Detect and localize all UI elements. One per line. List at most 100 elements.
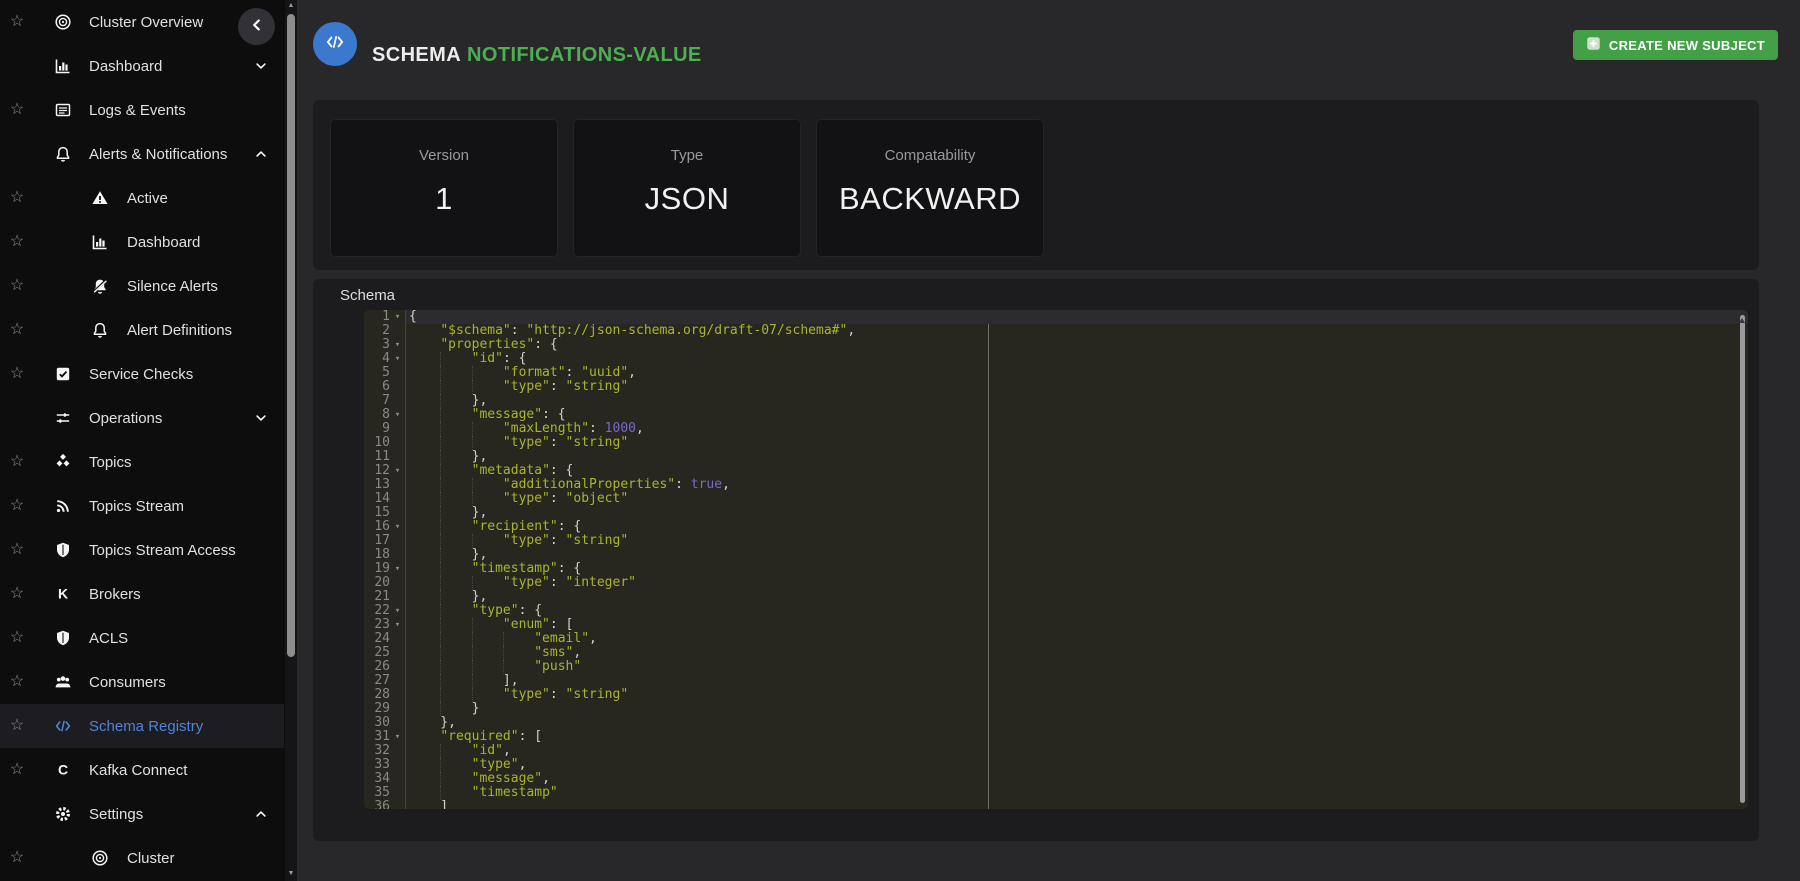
sidebar-scrollbar[interactable]: ▲ ▼ bbox=[285, 0, 297, 881]
sidebar-scrollbar-thumb[interactable] bbox=[287, 14, 295, 657]
star-icon[interactable]: ☆ bbox=[8, 14, 26, 30]
indent-guide bbox=[503, 646, 504, 660]
fold-arrow-icon[interactable]: ▾ bbox=[390, 464, 405, 478]
line-gutter: 22▾ bbox=[364, 604, 406, 618]
sidebar-item-acls[interactable]: ☆ACLS bbox=[0, 616, 284, 660]
indent-guide bbox=[472, 618, 473, 632]
star-icon[interactable]: ☆ bbox=[8, 366, 26, 382]
star-icon[interactable]: ☆ bbox=[8, 586, 26, 602]
line-number: 30 bbox=[364, 716, 390, 730]
star-icon[interactable]: ☆ bbox=[8, 102, 26, 118]
star-icon[interactable]: ☆ bbox=[8, 278, 26, 294]
indent-guide bbox=[440, 632, 441, 646]
code-text: "type": "integer" bbox=[406, 576, 1748, 590]
sidebar-item-label: Alerts & Notifications bbox=[89, 146, 227, 163]
fold-arrow-icon[interactable]: ▾ bbox=[390, 310, 405, 324]
fold-spacer bbox=[390, 716, 405, 730]
star-icon[interactable]: ☆ bbox=[8, 190, 26, 206]
line-gutter: 30 bbox=[364, 716, 406, 730]
chevron-up-icon[interactable] bbox=[254, 147, 268, 161]
fold-arrow-icon[interactable]: ▾ bbox=[390, 604, 405, 618]
sidebar-item-topics-stream-access[interactable]: ☆Topics Stream Access bbox=[0, 528, 284, 572]
sidebar-collapse-button[interactable] bbox=[238, 8, 275, 45]
letter-c-icon: C bbox=[54, 761, 72, 779]
sidebar-item-operations[interactable]: Operations bbox=[0, 396, 284, 440]
sidebar-item-alert-definitions[interactable]: ☆Alert Definitions bbox=[0, 308, 284, 352]
line-number: 36 bbox=[364, 800, 390, 809]
sidebar-item-silence-alerts[interactable]: ☆Silence Alerts bbox=[0, 264, 284, 308]
sidebar-item-logs-events[interactable]: ☆Logs & Events bbox=[0, 88, 284, 132]
create-new-subject-button[interactable]: CREATE NEW SUBJECT bbox=[1573, 30, 1778, 60]
chevron-up-icon[interactable] bbox=[254, 807, 268, 821]
sidebar-item-consumers[interactable]: ☆ Consumers bbox=[0, 660, 284, 704]
sidebar-item-topics[interactable]: ☆Topics bbox=[0, 440, 284, 484]
sidebar-item-service-checks[interactable]: ☆Service Checks bbox=[0, 352, 284, 396]
star-icon[interactable]: ☆ bbox=[8, 498, 26, 514]
indent-guide bbox=[472, 422, 473, 436]
scroll-down-icon[interactable]: ▼ bbox=[285, 869, 297, 878]
fold-spacer bbox=[390, 758, 405, 772]
summary-panel: Version 1 Type JSON Compatability BACKWA… bbox=[313, 100, 1759, 270]
star-icon[interactable]: ☆ bbox=[8, 630, 26, 646]
sidebar-item-kafka-connect[interactable]: ☆CKafka Connect bbox=[0, 748, 284, 792]
code-line: 9 "maxLength": 1000, bbox=[364, 422, 1748, 436]
line-number: 12 bbox=[364, 464, 390, 478]
sidebar-item-dashboard[interactable]: Dashboard bbox=[0, 44, 284, 88]
star-icon[interactable]: ☆ bbox=[8, 718, 26, 734]
fold-arrow-icon[interactable]: ▾ bbox=[390, 520, 405, 534]
star-icon[interactable]: ☆ bbox=[8, 542, 26, 558]
sidebar-item-alerts-notifications[interactable]: Alerts & Notifications bbox=[0, 132, 284, 176]
sidebar-item-cluster[interactable]: ☆Cluster bbox=[0, 836, 284, 880]
indent-guide bbox=[440, 436, 441, 450]
star-icon[interactable]: ☆ bbox=[8, 674, 26, 690]
line-number: 13 bbox=[364, 478, 390, 492]
code-text: "timestamp": { bbox=[406, 562, 1748, 576]
line-number: 23 bbox=[364, 618, 390, 632]
line-gutter: 32 bbox=[364, 744, 406, 758]
sidebar-item-topics-stream[interactable]: ☆Topics Stream bbox=[0, 484, 284, 528]
schema-editor[interactable]: 1▾{2 "$schema": "http://json-schema.org/… bbox=[364, 310, 1748, 809]
sidebar-item-active[interactable]: ☆Active bbox=[0, 176, 284, 220]
code-text: }, bbox=[406, 548, 1748, 562]
sidebar-item-label: Dashboard bbox=[89, 58, 162, 75]
line-gutter: 5 bbox=[364, 366, 406, 380]
code-line: 21 }, bbox=[364, 590, 1748, 604]
sliders-icon bbox=[54, 409, 72, 427]
fold-arrow-icon[interactable]: ▾ bbox=[390, 618, 405, 632]
star-icon[interactable]: ☆ bbox=[8, 762, 26, 778]
line-gutter: 11 bbox=[364, 450, 406, 464]
star-icon[interactable]: ☆ bbox=[8, 454, 26, 470]
shield-icon bbox=[54, 541, 72, 559]
line-gutter: 4▾ bbox=[364, 352, 406, 366]
indent-guide bbox=[440, 520, 441, 534]
fold-spacer bbox=[390, 800, 405, 809]
sidebar-item-dashboard[interactable]: ☆Dashboard bbox=[0, 220, 284, 264]
editor-scrollbar[interactable] bbox=[1740, 315, 1745, 803]
star-icon[interactable]: ☆ bbox=[8, 234, 26, 250]
chevron-down-icon[interactable] bbox=[254, 59, 268, 73]
sidebar-item-brokers[interactable]: ☆KBrokers bbox=[0, 572, 284, 616]
indent-guide bbox=[472, 674, 473, 688]
line-gutter: 6 bbox=[364, 380, 406, 394]
sidebar-item-settings[interactable]: Settings bbox=[0, 792, 284, 836]
indent-guide bbox=[440, 660, 441, 674]
fold-arrow-icon[interactable]: ▾ bbox=[390, 352, 405, 366]
line-gutter: 29 bbox=[364, 702, 406, 716]
scroll-up-icon[interactable]: ▲ bbox=[285, 1, 297, 10]
bar-chart-icon bbox=[91, 233, 109, 251]
indent-guide bbox=[472, 646, 473, 660]
sidebar-item-label: Consumers bbox=[89, 674, 166, 691]
fold-arrow-icon[interactable]: ▾ bbox=[390, 562, 405, 576]
chevron-down-icon[interactable] bbox=[254, 411, 268, 425]
indent-guide bbox=[440, 576, 441, 590]
star-icon[interactable]: ☆ bbox=[8, 322, 26, 338]
fold-arrow-icon[interactable]: ▾ bbox=[390, 408, 405, 422]
code-line: 13 "additionalProperties": true, bbox=[364, 478, 1748, 492]
line-number: 24 bbox=[364, 632, 390, 646]
indent-guide bbox=[440, 674, 441, 688]
sidebar-item-schema-registry[interactable]: ☆Schema Registry bbox=[0, 704, 284, 748]
fold-arrow-icon[interactable]: ▾ bbox=[390, 730, 405, 744]
fold-spacer bbox=[390, 660, 405, 674]
fold-arrow-icon[interactable]: ▾ bbox=[390, 338, 405, 352]
star-icon[interactable]: ☆ bbox=[8, 850, 26, 866]
